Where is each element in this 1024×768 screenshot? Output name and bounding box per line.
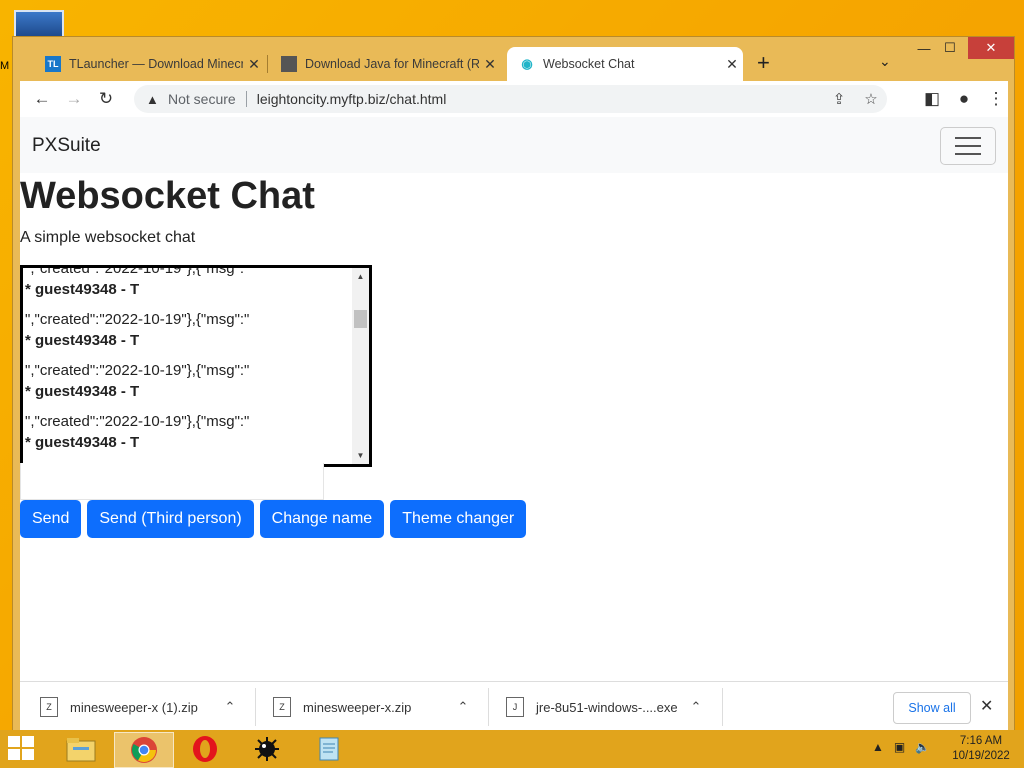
brand-link[interactable]: PXSuite — [32, 135, 101, 157]
message-input[interactable] — [20, 463, 324, 500]
scrollbar-thumb[interactable] — [354, 310, 367, 328]
url-text[interactable]: leightoncity.myftp.biz/chat.html — [257, 91, 447, 107]
network-icon[interactable]: ▣ — [894, 740, 905, 754]
tab-java[interactable]: Download Java for Minecraft (Re ✕ — [269, 47, 501, 81]
download-separator — [722, 688, 723, 726]
desktop-icon-label: M — [0, 60, 10, 72]
browser-window: TL TLauncher — Download Minecraft ✕ Down… — [12, 36, 1015, 732]
bookmark-star-icon[interactable]: ☆ — [855, 90, 887, 108]
share-icon[interactable]: ⇪ — [823, 90, 855, 108]
tab-tlauncher[interactable]: TL TLauncher — Download Minecraft ✕ — [33, 47, 265, 81]
reload-icon[interactable]: ↻ — [94, 87, 118, 111]
zip-file-icon: Z — [40, 697, 58, 717]
download-filename: minesweeper-x.zip — [303, 699, 412, 715]
windows-start-icon[interactable] — [8, 736, 38, 762]
tab-title: TLauncher — Download Minecraft — [69, 57, 243, 71]
download-item[interactable]: J jre-8u51-windows-....exe ⌃ — [486, 682, 706, 732]
hamburger-icon — [955, 153, 981, 155]
forward-arrow-icon[interactable]: → — [62, 87, 86, 111]
send-third-person-button[interactable]: Send (Third person) — [87, 500, 254, 538]
page-viewport: PXSuite Websocket Chat A simple websocke… — [20, 117, 1008, 681]
message-sender: * guest49348 - T — [25, 383, 140, 400]
chrome-icon[interactable] — [114, 732, 174, 768]
message-text: ","created":"2022-10-19"},{"msg":" — [25, 311, 250, 328]
zip-file-icon: Z — [273, 697, 291, 717]
download-filename: jre-8u51-windows-....exe — [536, 699, 678, 715]
tab-search-chevron-icon[interactable]: ⌄ — [879, 53, 891, 70]
tab-separator — [267, 55, 268, 73]
tab-strip: TL TLauncher — Download Minecraft ✕ Down… — [13, 37, 1014, 81]
message-text: ","created":"2022-10-19"},{"msg":" — [25, 362, 250, 379]
taskbar: ▲ ▣ 🔈 7:16 AM 10/19/2022 — [0, 730, 1024, 768]
clock-time: 7:16 AM — [959, 735, 1003, 747]
close-icon[interactable]: ✕ — [243, 56, 265, 73]
chat-log[interactable]: ","created":"2022-10-19"},{"msg":" * gue… — [20, 265, 372, 467]
maximize-button[interactable]: ☐ — [938, 37, 962, 59]
warning-triangle-icon[interactable]: ▲ — [146, 92, 160, 107]
back-arrow-icon[interactable]: ← — [30, 87, 54, 111]
send-button[interactable]: Send — [20, 500, 82, 538]
side-panel-icon[interactable]: ◧ — [920, 87, 944, 111]
navbar-toggler-button[interactable] — [940, 127, 996, 165]
page-title: Websocket Chat — [20, 175, 315, 217]
menu-kebab-icon[interactable]: ⋮ — [984, 87, 1008, 111]
file-explorer-icon[interactable] — [52, 732, 110, 766]
show-all-button[interactable]: Show all — [893, 692, 971, 724]
java-box-icon — [281, 56, 297, 72]
change-name-button[interactable]: Change name — [259, 500, 385, 538]
theme-changer-button[interactable]: Theme changer — [390, 500, 527, 538]
minimize-button[interactable]: — — [912, 37, 936, 59]
address-bar[interactable]: ▲ Not secure leightoncity.myftp.biz/chat… — [134, 85, 887, 113]
hamburger-icon — [955, 137, 981, 139]
security-label[interactable]: Not secure — [168, 91, 236, 107]
chat-actions: Send Send (Third person) Change name The… — [20, 500, 527, 538]
tab-title: Download Java for Minecraft (Re — [305, 57, 479, 71]
hamburger-icon — [955, 145, 981, 147]
notepad-icon[interactable] — [300, 732, 358, 766]
download-filename: minesweeper-x (1).zip — [70, 699, 198, 715]
message-sender: * guest49348 - T — [25, 434, 140, 451]
address-divider — [245, 91, 247, 107]
minesweeper-icon[interactable] — [238, 732, 296, 766]
tlauncher-icon: TL — [45, 56, 61, 72]
download-item[interactable]: Z minesweeper-x (1).zip ⌃ — [20, 682, 240, 732]
message-text: ","created":"2022-10-19"},{"msg":" — [25, 413, 250, 430]
message-sender: * guest49348 - T — [25, 281, 140, 298]
window-close-button[interactable]: ✕ — [968, 37, 1014, 59]
chevron-up-icon[interactable]: ▲ — [872, 740, 884, 754]
exe-file-icon: J — [506, 697, 524, 717]
globe-icon: ◉ — [521, 56, 533, 71]
chevron-up-icon[interactable]: ⌃ — [453, 699, 473, 715]
chat-scrollbar[interactable]: ▲ ▼ — [352, 268, 369, 464]
chevron-up-icon[interactable]: ⌃ — [686, 699, 706, 715]
tab-websocket-chat[interactable]: ◉ Websocket Chat ✕ — [507, 47, 743, 81]
opera-icon[interactable] — [176, 732, 234, 766]
system-clock[interactable]: 7:16 AM 10/19/2022 — [950, 734, 1012, 764]
download-shelf: Z minesweeper-x (1).zip ⌃ Z minesweeper-… — [20, 681, 1008, 732]
navbar: PXSuite — [20, 117, 1008, 173]
scroll-up-arrow-icon[interactable]: ▲ — [352, 268, 369, 285]
new-tab-button[interactable]: + — [757, 52, 770, 74]
browser-toolbar: ← → ↻ ▲ Not secure leightoncity.myftp.bi… — [20, 81, 1008, 117]
close-icon[interactable]: ✕ — [980, 696, 993, 716]
close-icon[interactable]: ✕ — [479, 56, 501, 73]
volume-icon[interactable]: 🔈 — [915, 740, 930, 754]
download-item[interactable]: Z minesweeper-x.zip ⌃ — [253, 682, 473, 732]
system-tray: ▲ ▣ 🔈 — [872, 740, 930, 754]
chevron-up-icon[interactable]: ⌃ — [220, 699, 240, 715]
profile-avatar-icon[interactable]: ● — [952, 87, 976, 111]
scroll-down-arrow-icon[interactable]: ▼ — [352, 447, 369, 464]
page-subtitle: A simple websocket chat — [20, 229, 196, 246]
tab-title: Websocket Chat — [543, 57, 635, 71]
message-sender: * guest49348 - T — [25, 332, 140, 349]
close-icon[interactable]: ✕ — [721, 56, 743, 73]
clock-date: 10/19/2022 — [952, 750, 1010, 762]
message-text: ","created":"2022-10-19"},{"msg":" — [25, 265, 250, 277]
